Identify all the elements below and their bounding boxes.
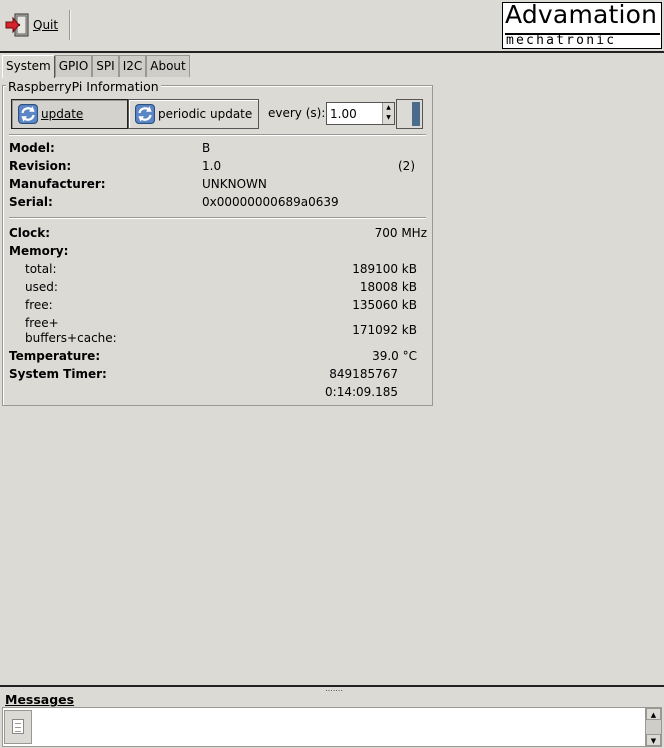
separator [9,217,426,219]
every-seconds-label: every (s): [268,106,326,120]
scroll-down-icon[interactable]: ▼ [646,734,661,746]
tab-system[interactable]: System [2,55,55,78]
temperature-label: Temperature: [9,349,101,363]
messages-area[interactable] [2,707,662,747]
system-timer-label: System Timer: [9,367,107,381]
logo-text-sub: mechatronic [506,33,617,48]
advamation-logo: Advamation mechatronic [502,2,662,49]
frame-title: RaspberryPi Information [6,79,161,94]
memory-free-value: 135060 kB [352,298,417,312]
messages-scrollbar[interactable]: ▲ ▼ [645,708,661,746]
manufacturer-value: UNKNOWN [202,177,267,191]
periodic-update-button[interactable]: periodic update [128,99,259,129]
document-icon [12,719,24,734]
serial-value: 0x00000000689a0639 [202,195,339,209]
memory-used-label: used: [25,280,58,294]
refresh-icon [18,104,38,124]
memory-freebuf-label-line1: free+ [25,316,59,330]
revision-label: Revision: [9,159,72,173]
interval-spinbox[interactable]: ▲ ▼ [326,102,395,125]
revision-code: (2) [398,159,415,173]
system-timer-uptime: 0:14:09.185 [325,385,398,399]
messages-title: Messages [5,692,75,707]
toolbar-separator [69,10,71,40]
spin-up-icon[interactable]: ▲ [383,103,394,113]
interval-input[interactable] [327,103,382,124]
clear-messages-button[interactable] [4,710,32,744]
pane-resize-grip[interactable]: ,,,,,,, [316,687,352,691]
quit-button[interactable]: Quit [4,10,58,40]
tab-spi[interactable]: SPI [92,55,119,77]
periodic-toggle[interactable] [396,99,423,129]
clock-label: Clock: [9,226,51,240]
tab-about[interactable]: About [146,55,190,77]
memory-freebuf-value: 171092 kB [352,323,417,337]
serial-label: Serial: [9,195,53,209]
memory-total-value: 189100 kB [352,262,417,276]
memory-total-label: total: [25,262,57,276]
toggle-indicator [412,102,420,126]
scroll-up-icon[interactable]: ▲ [646,708,661,720]
temperature-value: 39.0 °C [372,349,417,363]
toolbar: Quit Advamation mechatronic [0,0,664,51]
separator [9,134,426,136]
exit-door-icon [5,13,29,37]
quit-label: Quit [33,18,59,32]
clock-value: 700 MHz [374,226,427,240]
logo-text-main: Advamation [505,2,658,29]
update-button[interactable]: update [11,99,128,129]
memory-used-value: 18008 kB [359,280,417,294]
model-label: Model: [9,141,55,155]
model-value: B [202,141,211,155]
periodic-update-label: periodic update [158,107,253,121]
manufacturer-label: Manufacturer: [9,177,106,191]
refresh-icon [135,104,155,124]
memory-label: Memory: [9,244,69,258]
revision-value: 1.0 [202,159,222,173]
spin-down-icon[interactable]: ▼ [383,113,394,123]
update-label: update [41,107,84,121]
spin-arrows[interactable]: ▲ ▼ [382,103,394,124]
system-timer-ticks: 849185767 [329,367,398,381]
tab-i2c[interactable]: I2C [118,55,147,77]
toolbar-divider [0,51,664,53]
tab-gpio[interactable]: GPIO [54,55,93,77]
memory-freebuf-label-line2: buffers+cache: [25,331,117,345]
memory-free-label: free: [25,298,53,312]
tab-bar: System GPIO SPI I2C About [2,55,190,78]
